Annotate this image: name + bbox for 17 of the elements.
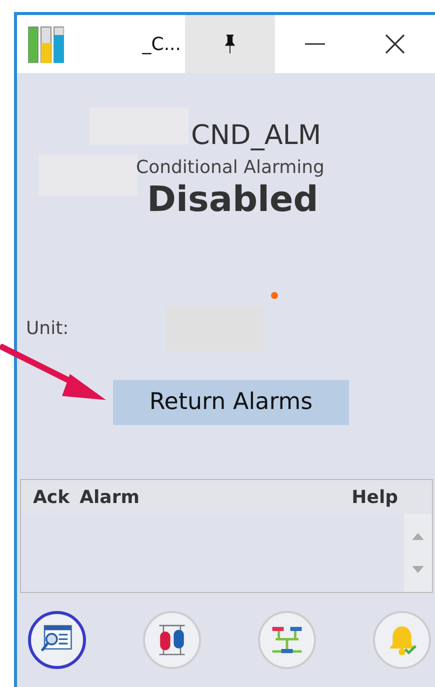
unit-label: Unit:: [26, 318, 70, 338]
scroll-down-icon[interactable]: [412, 566, 424, 573]
status-text: Disabled: [147, 180, 320, 220]
scroll-up-icon[interactable]: [412, 533, 424, 540]
pin-button[interactable]: [185, 15, 275, 73]
tag-description: Conditional Alarming: [136, 157, 326, 178]
tag-name: CND_ALM: [191, 120, 322, 151]
app-icon: [28, 25, 64, 63]
column-header: Ack: [33, 486, 70, 508]
minimize-icon: [304, 43, 326, 45]
close-icon: [384, 33, 406, 55]
column-header: Alarm: [80, 486, 140, 508]
pin-icon: [224, 33, 236, 55]
window-title: _C...: [142, 34, 182, 54]
column-header: Help: [352, 486, 398, 508]
indicator-dot: [271, 292, 278, 299]
return-alarms-button[interactable]: Return Alarms: [113, 380, 349, 425]
